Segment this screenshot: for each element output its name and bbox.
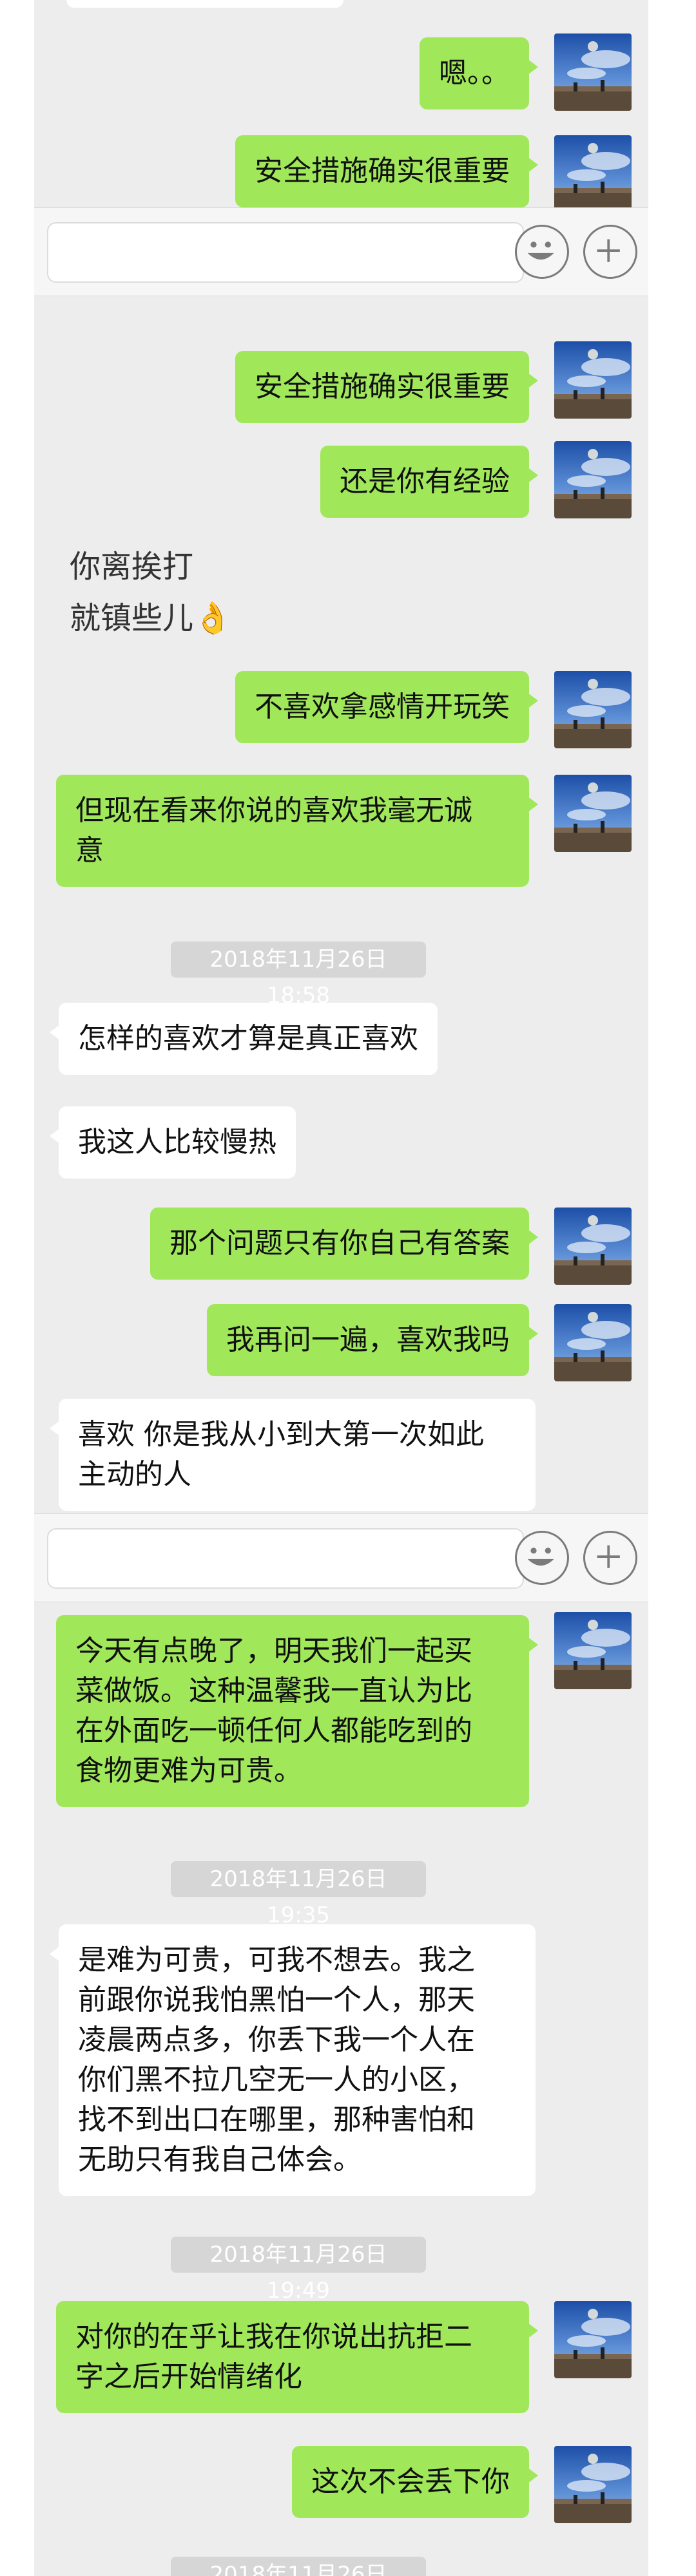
- incoming-message-bubble[interactable]: 是难为可贵，可我不想去。我之 前跟你说我怕黑怕一个人，那天 凌晨两点多，你丢下我…: [50, 1924, 536, 2196]
- my-avatar[interactable]: [554, 441, 632, 518]
- timestamp: 2018年11月26日 19:49: [171, 2237, 426, 2304]
- chat-input-bar: [34, 207, 648, 296]
- timestamp: 2018年11月26日 18:58: [171, 942, 426, 1009]
- emoji-icon[interactable]: [515, 1531, 569, 1585]
- my-message-bubble[interactable]: 但现在看来你说的喜欢我毫无诚 意: [56, 775, 538, 887]
- my-avatar[interactable]: [554, 2301, 632, 2378]
- avatar-image: [554, 1612, 632, 1689]
- plus-icon[interactable]: [583, 1531, 637, 1585]
- avatar-image: [554, 2301, 632, 2378]
- timestamp: 2018年11月26日 19:35: [171, 1861, 426, 1928]
- my-avatar[interactable]: [554, 33, 632, 111]
- my-avatar[interactable]: [554, 1208, 632, 1285]
- emoji-icon[interactable]: [515, 225, 569, 279]
- avatar-image: [554, 1304, 632, 1381]
- avatar-image: [554, 671, 632, 748]
- avatar-image: [554, 441, 632, 518]
- chat-panel-1: 嗯。。 安全措施确实很重要: [34, 0, 648, 207]
- chat-panel-2: 安全措施确实很重要 还是你有经验 你离挨打 就镇些儿👌 不喜欢拿感情开玩笑 但现…: [34, 296, 648, 1513]
- avatar-image: [554, 33, 632, 111]
- incoming-message-bubble[interactable]: 怎样的喜欢才算是真正喜欢: [50, 1003, 438, 1075]
- chat-input-bar: [34, 1513, 648, 1602]
- chat-bubble-partial: [66, 0, 343, 8]
- my-avatar[interactable]: [554, 671, 632, 748]
- my-avatar[interactable]: [554, 1612, 632, 1689]
- my-message-bubble[interactable]: 今天有点晚了，明天我们一起买 菜做饭。这种温馨我一直认为比 在外面吃一顿任何人都…: [56, 1615, 538, 1807]
- my-message-bubble[interactable]: 那个问题只有你自己有答案: [150, 1208, 538, 1280]
- my-avatar[interactable]: [554, 1304, 632, 1381]
- my-message-bubble[interactable]: 还是你有经验: [320, 446, 538, 518]
- my-message-bubble[interactable]: 我再问一遍，喜欢我吗: [207, 1304, 538, 1376]
- my-message-bubble[interactable]: 安全措施确实很重要: [235, 351, 538, 423]
- incoming-message-text: 你离挨打 就镇些儿👌: [70, 549, 232, 636]
- avatar-image: [554, 2446, 632, 2523]
- my-avatar[interactable]: [554, 341, 632, 419]
- avatar-image: [554, 135, 632, 207]
- my-message-bubble[interactable]: 嗯。。: [420, 37, 538, 109]
- avatar-image: [554, 775, 632, 852]
- timestamp: 2018年11月26日 19:50: [171, 2557, 426, 2576]
- message-input[interactable]: [47, 222, 524, 283]
- incoming-message-bubble[interactable]: 我这人比较慢热: [50, 1106, 296, 1179]
- avatar-image: [554, 1208, 632, 1285]
- my-message-bubble[interactable]: 不喜欢拿感情开玩笑: [235, 671, 538, 743]
- plus-icon[interactable]: [583, 225, 637, 279]
- my-message-bubble[interactable]: 这次不会丢下你: [292, 2446, 538, 2518]
- my-message-bubble[interactable]: 对你的在乎让我在你说出抗拒二 字之后开始情绪化: [56, 2301, 538, 2413]
- message-input[interactable]: [47, 1528, 524, 1589]
- chat-panel-3: 今天有点晚了，明天我们一起买 菜做饭。这种温馨我一直认为比 在外面吃一顿任何人都…: [34, 1602, 648, 2576]
- my-avatar[interactable]: [554, 135, 632, 207]
- incoming-message-bubble[interactable]: 喜欢 你是我从小到大第一次如此 主动的人: [50, 1399, 536, 1511]
- my-message-bubble[interactable]: 安全措施确实很重要: [235, 135, 538, 207]
- avatar-image: [554, 341, 632, 419]
- my-avatar[interactable]: [554, 775, 632, 852]
- my-avatar[interactable]: [554, 2446, 632, 2523]
